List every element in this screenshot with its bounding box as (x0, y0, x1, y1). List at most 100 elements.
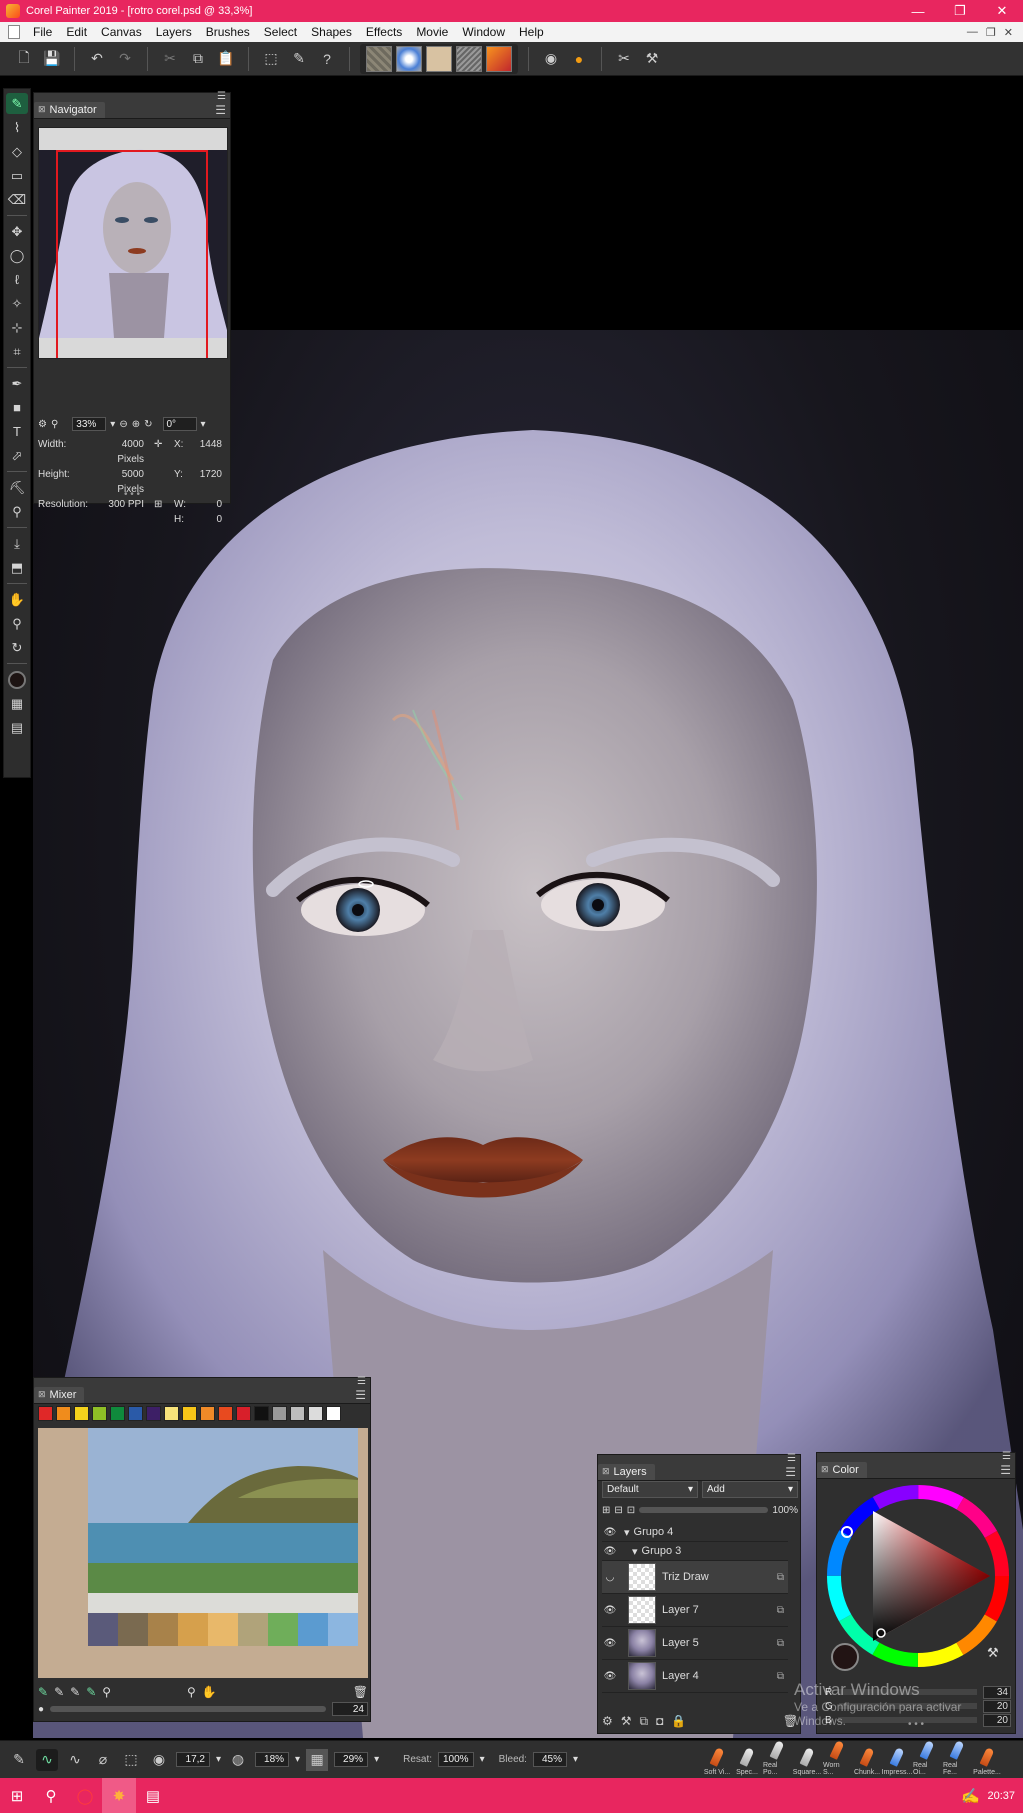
gradient-tool-icon[interactable]: ▭ (6, 165, 28, 186)
opacity-value[interactable]: 100% (772, 1505, 798, 1516)
dirty-brush-icon[interactable]: ✎ (38, 1685, 48, 1699)
menu-window[interactable]: Window (455, 25, 512, 39)
zoom-field[interactable]: 33% (72, 417, 107, 431)
color-wheel-options-icon[interactable]: ⚒ (987, 1645, 999, 1661)
corel-painter-taskbar-icon[interactable]: ✸ (102, 1778, 136, 1813)
texture-library-icon[interactable] (426, 45, 452, 72)
layer-group-row[interactable]: 👁 ▾ Grupo 3 (602, 1542, 788, 1561)
dropper-tool-icon[interactable]: ⌇ (6, 117, 28, 138)
close-panel-icon[interactable]: ⊠ (38, 104, 46, 115)
pen-workspace-icon[interactable]: ✍ (953, 1778, 987, 1813)
size-field[interactable]: 17,2 (176, 1752, 210, 1767)
mixer-swatch[interactable] (110, 1406, 125, 1421)
size-dropdown-icon[interactable]: ▾ (216, 1754, 221, 1765)
pan-mixer-icon[interactable]: ✋ (202, 1685, 217, 1699)
doc-close-button[interactable]: ✕ (1004, 26, 1013, 39)
recent-brush-item[interactable]: Real Po... (763, 1740, 791, 1778)
stroke-attributes-icon[interactable]: ⌀ (92, 1749, 114, 1771)
perspective-guides-icon[interactable]: ⤓ (6, 533, 28, 554)
layer-commands-icon[interactable]: ⚙ (602, 1714, 613, 1728)
paper-library-icon[interactable] (366, 45, 392, 72)
cloner-tool-icon[interactable]: ⛏ (6, 477, 28, 498)
opacity-dropdown-icon[interactable]: ▾ (295, 1754, 300, 1765)
close-panel-icon[interactable]: ⊠ (38, 1389, 46, 1400)
zoom-icon[interactable]: ⚲ (51, 419, 58, 430)
layer-adjuster-tool-icon[interactable]: ✥ (6, 221, 28, 242)
viewport-indicator[interactable] (56, 150, 208, 358)
visibility-eye-icon[interactable]: 👁 (602, 1546, 618, 1557)
recent-brush-item[interactable]: Worn S... (823, 1740, 851, 1778)
recent-brush-item[interactable]: Real Oi... (913, 1740, 941, 1778)
mixer-menu-icon[interactable]: ☰ (355, 1388, 366, 1402)
hidden-eye-icon[interactable]: ◡ (602, 1572, 618, 1583)
restore-button[interactable]: ❐ (939, 3, 981, 19)
mixer-swatch[interactable] (308, 1406, 323, 1421)
brush-tracking-icon[interactable]: ✎ (287, 47, 311, 71)
brush-size-value[interactable]: 24 (332, 1702, 368, 1716)
new-document-icon[interactable]: 🗋 (12, 47, 36, 71)
notepad-icon[interactable]: ▤ (136, 1778, 170, 1813)
visibility-eye-icon[interactable]: 👁 (602, 1605, 618, 1616)
paper-selector-icon[interactable]: ▦ (6, 693, 28, 714)
r-value[interactable]: 34 (983, 1685, 1011, 1699)
minimize-button[interactable]: — (897, 4, 939, 19)
zoom-in-icon[interactable]: ⊕ (132, 419, 140, 430)
rotation-dropdown-icon[interactable]: ▾ (201, 419, 206, 430)
tab-navigator[interactable]: ⊠ Navigator (34, 101, 105, 118)
stroke-type-freehand-icon[interactable]: ∿ (36, 1748, 58, 1771)
eraser-tool-icon[interactable]: ⌫ (6, 189, 28, 210)
color-variability-icon[interactable]: ● (567, 47, 591, 71)
mixer-swatch[interactable] (146, 1406, 161, 1421)
layer-row[interactable]: ◡ Triz Draw ⧉ (602, 1561, 788, 1594)
rotation-field[interactable]: 0° (162, 417, 197, 431)
menu-effects[interactable]: Effects (359, 25, 409, 39)
layer-group-row[interactable]: 👁 ▾ Grupo 4 (602, 1523, 788, 1542)
mixer-swatch[interactable] (326, 1406, 341, 1421)
opera-icon[interactable]: ◯ (68, 1778, 102, 1813)
menu-movie[interactable]: Movie (409, 25, 455, 39)
menu-shapes[interactable]: Shapes (304, 25, 359, 39)
recent-brush-item[interactable]: Square... (793, 1740, 821, 1778)
copy-icon[interactable]: ⧉ (186, 47, 210, 71)
paint-bucket-tool-icon[interactable]: ◇ (6, 141, 28, 162)
visibility-eye-icon[interactable]: 👁 (602, 1527, 618, 1538)
navigator-menu-icon[interactable]: ☰ (215, 103, 226, 117)
dab-preview-icon[interactable]: ⬚ (120, 1749, 142, 1771)
layer-row[interactable]: 👁 Layer 5 ⧉ (602, 1627, 788, 1660)
layers-menu-icon[interactable]: ☰ (785, 1465, 796, 1479)
resat-dropdown-icon[interactable]: ▾ (480, 1754, 485, 1765)
menu-file[interactable]: File (26, 25, 59, 39)
panel-menu-icon[interactable]: ☰ (357, 1377, 366, 1387)
sample-multiple-icon[interactable]: ⚲ (102, 1685, 111, 1699)
magnifier-tool-icon[interactable]: ⚲ (6, 613, 28, 634)
visibility-eye-icon[interactable]: 👁 (602, 1671, 618, 1682)
crop-tool-icon[interactable]: ⌗ (6, 341, 28, 362)
panel-grip[interactable]: • • • (34, 490, 230, 501)
close-button[interactable]: ✕ (981, 3, 1023, 19)
menu-brushes[interactable]: Brushes (199, 25, 257, 39)
doc-minimize-button[interactable]: — (967, 26, 978, 39)
workspace-icon[interactable]: ⚒ (640, 47, 664, 71)
sample-color-icon[interactable]: ✎ (86, 1685, 96, 1699)
rotate-icon[interactable]: ↻ (144, 419, 152, 430)
brush-size-icon[interactable]: ◉ (148, 1749, 170, 1771)
tab-color[interactable]: ⊠ Color (817, 1461, 867, 1478)
menu-select[interactable]: Select (257, 25, 304, 39)
search-icon[interactable]: ⚲ (34, 1778, 68, 1813)
zoom-out-icon[interactable]: ⊖ (119, 419, 127, 430)
preserve-transparency-icon[interactable]: ⊡ (627, 1505, 635, 1516)
tab-layers[interactable]: ⊠ Layers (598, 1463, 655, 1480)
bleed-dropdown-icon[interactable]: ▾ (573, 1754, 578, 1765)
menu-layers[interactable]: Layers (149, 25, 199, 39)
new-group-icon[interactable]: ⧉ (640, 1714, 649, 1729)
zoom-dropdown-icon[interactable]: ▾ (110, 419, 115, 430)
tab-mixer[interactable]: ⊠ Mixer (34, 1386, 85, 1403)
recent-brush-item[interactable]: Palette... (973, 1740, 1001, 1778)
reset-tool-icon[interactable]: ✎ (8, 1749, 30, 1771)
close-panel-icon[interactable]: ⊠ (821, 1464, 829, 1475)
close-panel-icon[interactable]: ⊠ (602, 1466, 610, 1477)
magic-wand-tool-icon[interactable]: ✧ (6, 293, 28, 314)
zoom-mixer-icon[interactable]: ⚲ (187, 1685, 196, 1699)
hue-ring[interactable] (825, 1483, 1011, 1669)
panel-menu-icon[interactable]: ☰ (217, 92, 226, 102)
